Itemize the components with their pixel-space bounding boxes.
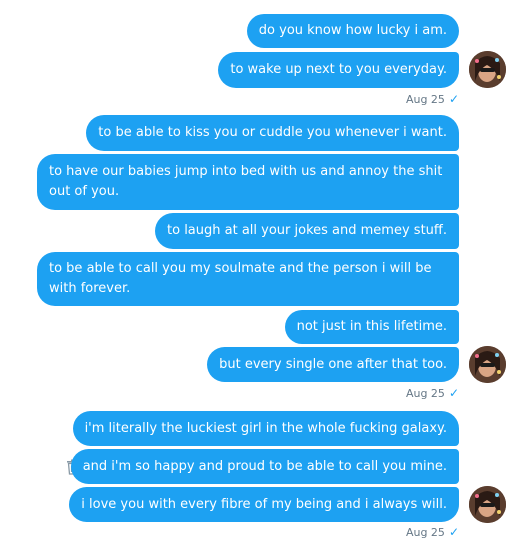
avatar-image <box>469 51 506 88</box>
message-bubble[interactable]: not just in this lifetime. <box>284 310 459 344</box>
message-text: to be able to kiss you or cuddle you whe… <box>98 125 447 140</box>
message-bubble[interactable]: i'm literally the luckiest girl in the w… <box>72 411 459 446</box>
message-meta: Aug 25 ✓ <box>406 525 459 539</box>
message-text: to have our babies jump into bed with us… <box>49 164 443 199</box>
avatar-image <box>469 346 506 383</box>
read-check-icon: ✓ <box>448 525 459 539</box>
message-bubble[interactable]: i love you with every fibre of my being … <box>69 487 459 522</box>
timestamp: Aug 25 <box>405 386 445 400</box>
message-text: and i'm so happy and proud to be able to… <box>82 458 447 474</box>
message-bubble[interactable]: and i'm so happy and proud to be able to… <box>70 449 459 484</box>
message-text: do you know how lucky i am. <box>258 23 447 38</box>
message-bubble[interactable]: do you know how lucky i am. <box>246 14 459 48</box>
message-text: i love you with every fibre of my being … <box>81 496 447 512</box>
message-bubble[interactable]: to laugh at all your jokes and memey stu… <box>155 213 459 249</box>
message-meta: Aug 25 ✓ <box>406 386 459 400</box>
avatar-image <box>469 486 506 523</box>
read-check-icon: ✓ <box>448 386 459 400</box>
timestamp: Aug 25 <box>405 525 445 539</box>
avatar[interactable] <box>469 51 506 88</box>
avatar[interactable] <box>469 486 506 523</box>
message-bubble[interactable]: but every single one after that too. <box>207 347 459 382</box>
message-bubble[interactable]: to wake up next to you everyday. <box>218 52 459 88</box>
message-bubble[interactable]: to have our babies jump into bed with us… <box>37 154 459 210</box>
message-meta: Aug 25 ✓ <box>406 92 459 106</box>
read-check-icon: ✓ <box>448 92 459 106</box>
message-bubble[interactable]: to be able to call you my soulmate and t… <box>37 252 459 306</box>
message-text: to laugh at all your jokes and memey stu… <box>167 223 447 238</box>
message-text: i'm literally the luckiest girl in the w… <box>84 420 447 436</box>
message-text: but every single one after that too. <box>219 356 447 372</box>
message-text: to be able to call you my soulmate and t… <box>49 261 432 296</box>
message-text: not just in this lifetime. <box>296 319 447 334</box>
message-bubble[interactable]: to be able to kiss you or cuddle you whe… <box>86 115 459 151</box>
timestamp: Aug 25 <box>405 92 445 106</box>
avatar[interactable] <box>469 346 506 383</box>
message-text: to wake up next to you everyday. <box>230 62 447 77</box>
